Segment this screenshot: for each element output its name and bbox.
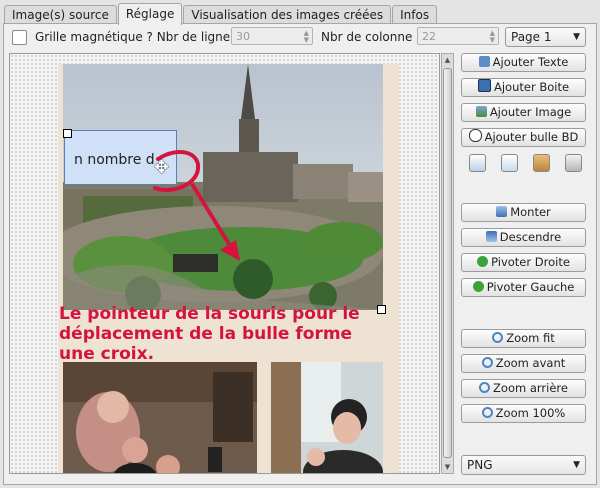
cut-icon: [501, 154, 518, 172]
rotate-left-icon: [472, 281, 484, 292]
scroll-down-icon[interactable]: ▼: [442, 461, 453, 473]
rotate-left-button[interactable]: Pivoter Gauche: [461, 278, 586, 297]
format-select-value: PNG: [467, 458, 493, 472]
add-text-label: Ajouter Texte: [492, 55, 569, 69]
tab-visualisation[interactable]: Visualisation des images créées: [183, 5, 392, 24]
add-box-button[interactable]: Ajouter Boite: [461, 78, 586, 97]
lines-spinbox[interactable]: 30 ▲ ▼: [231, 27, 313, 45]
magnifier-icon: [479, 382, 491, 393]
rotate-right-label: Pivoter Droite: [491, 255, 570, 269]
raise-button[interactable]: Monter: [461, 203, 586, 222]
add-box-label: Ajouter Boite: [493, 80, 570, 94]
grid-options: Grille magnétique ? Nbr de ligne :: [12, 27, 238, 47]
chevron-down-icon: ▼: [573, 460, 580, 470]
zoom-fit-button[interactable]: Zoom fit: [461, 329, 586, 348]
tab-image-source[interactable]: Image(s) source: [4, 5, 117, 24]
delete-icon: [565, 154, 582, 172]
scrollbar-thumb[interactable]: [443, 68, 452, 458]
add-bubble-label: Ajouter bulle BD: [484, 130, 579, 144]
lower-icon: [485, 231, 497, 242]
tab-reglage[interactable]: Réglage: [117, 3, 183, 25]
lower-label: Descendre: [499, 230, 562, 244]
add-text-button[interactable]: Ajouter Texte: [461, 53, 586, 72]
zoom-in-label: Zoom avant: [495, 356, 566, 370]
scroll-up-icon[interactable]: ▲: [442, 54, 453, 66]
raise-icon: [496, 206, 508, 217]
chevron-down-icon: ▼: [573, 32, 580, 42]
speech-bubble-icon: [468, 129, 482, 142]
rotate-right-button[interactable]: Pivoter Droite: [461, 253, 586, 272]
page-select-value: Page 1: [511, 30, 552, 44]
paste-button[interactable]: [528, 150, 552, 174]
zoom-out-label: Zoom arrière: [493, 381, 568, 395]
paste-icon: [533, 154, 550, 172]
columns-label: Nbr de colonne :: [321, 30, 421, 44]
spin-arrows-icon: ▲ ▼: [489, 29, 495, 44]
cut-button[interactable]: [496, 150, 520, 174]
spin-arrows-icon: ▲ ▼: [303, 29, 309, 44]
add-image-label: Ajouter Image: [489, 105, 572, 119]
zoom-out-button[interactable]: Zoom arrière: [461, 379, 586, 398]
text-icon: [478, 56, 490, 67]
zoom-100-label: Zoom 100%: [495, 406, 566, 420]
lines-value: 30: [236, 30, 250, 43]
move-cursor-icon: ✥: [154, 157, 170, 178]
annotation-text: Le pointeur de la souris pour le déplace…: [59, 304, 360, 364]
raise-label: Monter: [510, 205, 551, 219]
rotate-right-icon: [477, 256, 489, 267]
lower-button[interactable]: Descendre: [461, 228, 586, 247]
copy-icon: [469, 154, 486, 172]
zoom-in-button[interactable]: Zoom avant: [461, 354, 586, 373]
grid-label: Grille magnétique ? Nbr de ligne :: [35, 30, 239, 44]
tab-bar: Image(s) source Réglage Visualisation de…: [4, 3, 438, 25]
tab-infos[interactable]: Infos: [392, 5, 438, 24]
delete-button[interactable]: [560, 150, 584, 174]
add-bubble-button[interactable]: Ajouter bulle BD: [461, 128, 586, 147]
magnifier-icon: [481, 407, 493, 418]
format-select[interactable]: PNG ▼: [461, 455, 586, 475]
zoom-100-button[interactable]: Zoom 100%: [461, 404, 586, 423]
canvas-scrollbar[interactable]: ▲ ▼: [441, 53, 454, 474]
annotation-arrow: [153, 149, 240, 261]
columns-value: 22: [422, 30, 436, 43]
box-icon: [477, 79, 491, 92]
columns-spinbox[interactable]: 22 ▲ ▼: [417, 27, 499, 45]
copy-button[interactable]: [464, 150, 488, 174]
zoom-fit-label: Zoom fit: [506, 331, 555, 345]
magnifier-icon: [481, 357, 493, 368]
magnifier-icon: [492, 332, 504, 343]
image-icon: [475, 106, 487, 117]
page-select[interactable]: Page 1 ▼: [505, 27, 586, 47]
layout-canvas[interactable]: n nombre d ✥ Le pointeur de la souris po…: [9, 53, 440, 474]
add-image-button[interactable]: Ajouter Image: [461, 103, 586, 122]
rotate-left-label: Pivoter Gauche: [486, 280, 575, 294]
grid-checkbox[interactable]: [12, 29, 27, 45]
